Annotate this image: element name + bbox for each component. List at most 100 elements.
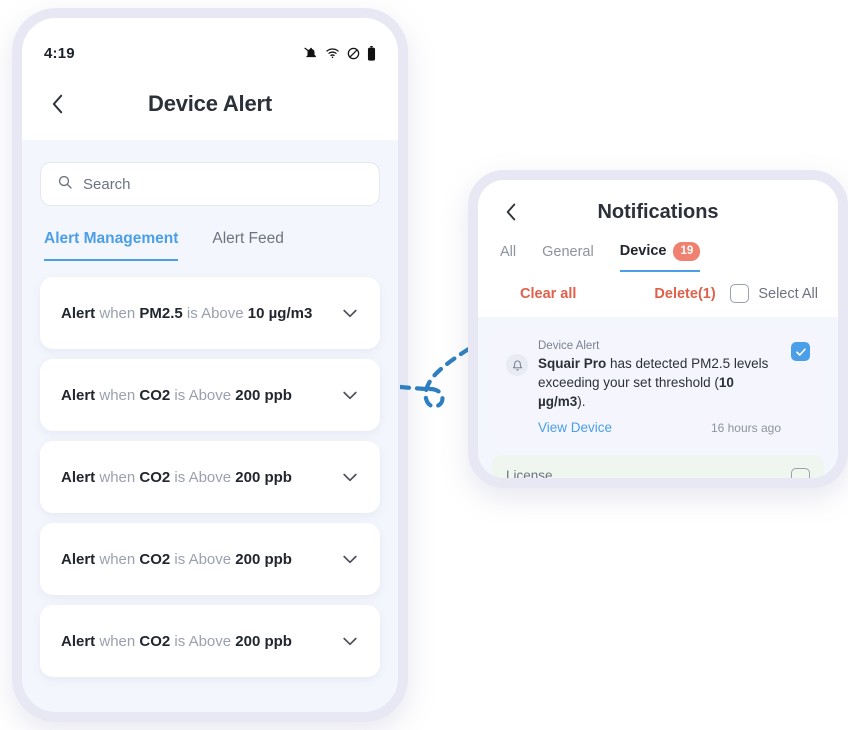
- view-device-link[interactable]: View Device: [538, 420, 612, 435]
- chevron-left-icon: [506, 203, 516, 221]
- alert-rule-text: Alert when CO2 is Above 200 ppb: [61, 469, 292, 486]
- select-all-label: Select All: [758, 285, 818, 302]
- tab-general-label: General: [542, 244, 594, 261]
- search-input[interactable]: [83, 175, 363, 193]
- chevron-down-icon: [343, 391, 357, 400]
- notification-checkbox-checked[interactable]: [791, 342, 810, 361]
- wifi-icon: [325, 46, 340, 60]
- tab-alert-management[interactable]: Alert Management: [44, 230, 179, 261]
- notification-device-name: Squair Pro: [538, 356, 607, 371]
- alert-prefix: Alert: [61, 550, 96, 568]
- alert-condition: is Above: [170, 468, 236, 486]
- delete-button[interactable]: Delete(1): [654, 286, 715, 302]
- notifications-panel: Notifications All General Device 19 Clea…: [468, 170, 848, 488]
- search-field[interactable]: [40, 162, 380, 206]
- phone-body: Alert Management Alert Feed Alert when P…: [22, 162, 398, 677]
- expand-button[interactable]: [340, 385, 360, 405]
- alert-tabs: Alert Management Alert Feed: [40, 230, 380, 261]
- chevron-down-icon: [343, 637, 357, 646]
- alert-card[interactable]: Alert when CO2 is Above 200 ppb: [40, 441, 380, 513]
- alert-condition: is Above: [182, 304, 248, 322]
- notification-actions: Clear all Delete(1) Select All: [478, 284, 838, 317]
- alert-metric: CO2: [139, 468, 171, 486]
- alert-condition: is Above: [170, 550, 236, 568]
- bell-muted-icon: [304, 46, 318, 60]
- alert-rule-text: Alert when CO2 is Above 200 ppb: [61, 387, 292, 404]
- tab-alert-feed[interactable]: Alert Feed: [212, 230, 284, 261]
- notification-content: License: [506, 468, 781, 478]
- alert-card[interactable]: Alert when CO2 is Above 200 ppb: [40, 359, 380, 431]
- alert-prefix: Alert: [61, 386, 96, 404]
- expand-button[interactable]: [340, 549, 360, 569]
- notification-list: Device Alert Squair Pro has detected PM2…: [478, 327, 838, 478]
- alert-prefix: Alert: [61, 304, 96, 322]
- alert-threshold: 10 µg/m3: [247, 304, 313, 322]
- alert-prefix: Alert: [61, 468, 96, 486]
- select-all-checkbox[interactable]: [730, 284, 750, 303]
- device-count-badge: 19: [673, 242, 701, 261]
- notifications-title: Notifications: [597, 200, 719, 223]
- clear-all-button[interactable]: Clear all: [520, 286, 576, 302]
- tab-general[interactable]: General: [542, 242, 594, 272]
- notification-kicker: Device Alert: [538, 340, 600, 352]
- alert-card[interactable]: Alert when CO2 is Above 200 ppb: [40, 523, 380, 595]
- alert-list: Alert when PM2.5 is Above 10 µg/m3 Alert…: [40, 277, 380, 677]
- alert-metric: CO2: [139, 550, 171, 568]
- notification-content: Device Alert Squair Pro has detected PM2…: [538, 340, 781, 435]
- alert-rule-text: Alert when CO2 is Above 200 ppb: [61, 633, 292, 650]
- alert-when: when: [95, 304, 140, 322]
- tab-all-label: All: [500, 244, 517, 261]
- expand-button[interactable]: [340, 467, 360, 487]
- chevron-down-icon: [343, 309, 357, 318]
- status-time: 4:19: [44, 44, 75, 62]
- notifications-back-button[interactable]: [498, 199, 524, 225]
- notification-item[interactable]: License: [492, 455, 824, 478]
- tab-device-label: Device: [619, 243, 667, 260]
- alert-threshold: 200 ppb: [235, 468, 292, 486]
- battery-icon: [367, 45, 376, 61]
- expand-button[interactable]: [340, 631, 360, 651]
- notification-body: Squair Pro has detected PM2.5 levels exc…: [538, 354, 781, 411]
- alert-threshold: 200 ppb: [235, 632, 292, 650]
- chevron-down-icon: [343, 555, 357, 564]
- notification-item[interactable]: Device Alert Squair Pro has detected PM2…: [492, 327, 824, 448]
- device-alert-phone: 4:19 Device Alert Search Alert Managemen…: [12, 8, 408, 722]
- bell-icon: [506, 354, 528, 376]
- chevron-left-icon: [52, 94, 62, 114]
- alert-metric: PM2.5: [139, 304, 183, 322]
- alert-rule-text: Alert when CO2 is Above 200 ppb: [61, 551, 292, 568]
- alert-when: when: [95, 468, 140, 486]
- alert-prefix: Alert: [61, 632, 96, 650]
- alert-when: when: [95, 386, 140, 404]
- alert-rule-text: Alert when PM2.5 is Above 10 µg/m3: [61, 305, 312, 322]
- alert-card[interactable]: Alert when PM2.5 is Above 10 µg/m3: [40, 277, 380, 349]
- status-bar-icons: [304, 45, 376, 61]
- alert-when: when: [95, 550, 140, 568]
- chevron-down-icon: [343, 473, 357, 482]
- alert-when: when: [95, 632, 140, 650]
- alert-metric: CO2: [139, 386, 171, 404]
- notification-footer: View Device 16 hours ago: [538, 420, 781, 435]
- expand-button[interactable]: [340, 303, 360, 323]
- alert-card[interactable]: Alert when CO2 is Above 200 ppb: [40, 605, 380, 677]
- checkmark-icon: [795, 347, 806, 356]
- status-bar: 4:19: [22, 18, 398, 66]
- alert-condition: is Above: [170, 386, 236, 404]
- notifications-nav: Notifications: [498, 196, 818, 228]
- alert-metric: CO2: [139, 632, 171, 650]
- select-all-control[interactable]: Select All: [730, 284, 818, 303]
- notifications-header: Notifications All General Device 19: [478, 180, 838, 284]
- do-not-disturb-icon: [347, 47, 360, 60]
- notification-body-part2: ).: [577, 394, 586, 410]
- tab-device[interactable]: Device 19: [619, 242, 701, 272]
- alert-threshold: 200 ppb: [235, 550, 292, 568]
- notification-checkbox[interactable]: [791, 468, 810, 478]
- notification-timestamp: 16 hours ago: [710, 420, 781, 435]
- notifications-tabs: All General Device 19: [498, 242, 818, 272]
- tab-all[interactable]: All: [500, 242, 516, 272]
- page-title: Device Alert: [148, 91, 272, 116]
- back-button[interactable]: [44, 91, 70, 117]
- alert-threshold: 200 ppb: [235, 386, 292, 404]
- nav-bar: Device Alert: [22, 66, 398, 126]
- phone-header: 4:19 Device Alert: [22, 18, 398, 140]
